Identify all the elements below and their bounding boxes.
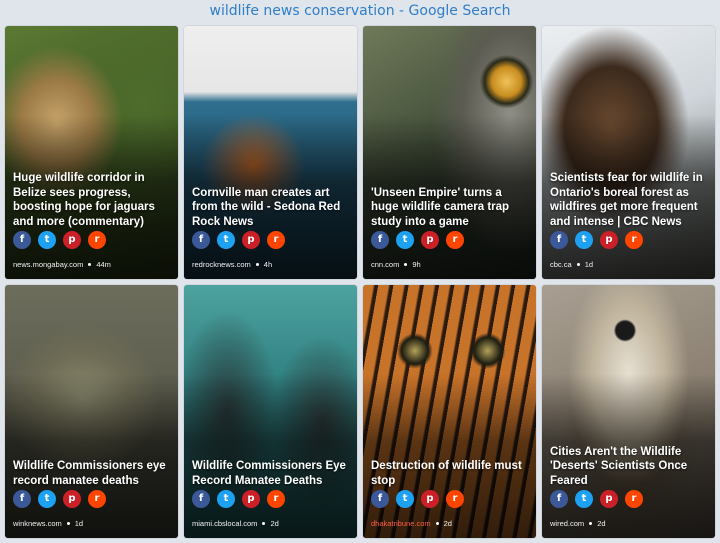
pinterest-icon[interactable]: p	[600, 490, 618, 508]
twitter-icon[interactable]: t	[217, 231, 235, 249]
reddit-icon[interactable]: r	[88, 490, 106, 508]
facebook-icon[interactable]: f	[13, 231, 31, 249]
age-label: 2d	[270, 519, 279, 528]
news-card[interactable]: 'Unseen Empire' turns a huge wildlife ca…	[363, 26, 536, 279]
headline[interactable]: Cities Aren't the Wildlife 'Deserts' Sci…	[550, 445, 709, 488]
share-row: f t p r	[13, 231, 106, 249]
headline[interactable]: Cornville man creates art from the wild …	[192, 186, 351, 229]
pinterest-icon[interactable]: p	[242, 231, 260, 249]
twitter-icon[interactable]: t	[38, 231, 56, 249]
twitter-icon[interactable]: t	[38, 490, 56, 508]
news-card-grid: Huge wildlife corridor in Belize sees pr…	[5, 26, 715, 538]
facebook-icon[interactable]: f	[13, 490, 31, 508]
pinterest-icon[interactable]: p	[242, 490, 260, 508]
share-row: f t p r	[550, 490, 643, 508]
twitter-icon[interactable]: t	[396, 231, 414, 249]
card-meta: cbc.ca 1d	[550, 260, 593, 269]
pinterest-icon[interactable]: p	[600, 231, 618, 249]
reddit-icon[interactable]: r	[625, 490, 643, 508]
reddit-icon[interactable]: r	[267, 490, 285, 508]
card-meta: dhakatribune.com 2d	[371, 519, 452, 528]
headline[interactable]: Wildlife Commissioners Eye Record Manate…	[192, 459, 351, 488]
news-card[interactable]: Scientists fear for wildlife in Ontario'…	[542, 26, 715, 279]
facebook-icon[interactable]: f	[371, 231, 389, 249]
age-label: 2d	[597, 519, 606, 528]
source-link[interactable]: cbc.ca	[550, 260, 572, 269]
age-label: 4h	[263, 260, 273, 269]
twitter-icon[interactable]: t	[575, 231, 593, 249]
source-link[interactable]: miami.cbslocal.com	[192, 519, 257, 528]
pinterest-icon[interactable]: p	[421, 231, 439, 249]
twitter-icon[interactable]: t	[575, 490, 593, 508]
pinterest-icon[interactable]: p	[421, 490, 439, 508]
share-row: f t p r	[550, 231, 643, 249]
share-row: f t p r	[192, 231, 285, 249]
facebook-icon[interactable]: f	[550, 490, 568, 508]
facebook-icon[interactable]: f	[550, 231, 568, 249]
source-link[interactable]: dhakatribune.com	[371, 519, 431, 528]
card-meta: winknews.com 1d	[13, 519, 83, 528]
share-row: f t p r	[371, 490, 464, 508]
source-link[interactable]: winknews.com	[13, 519, 62, 528]
news-card[interactable]: Cities Aren't the Wildlife 'Deserts' Sci…	[542, 285, 715, 538]
page-title: wildlife news conservation - Google Sear…	[209, 3, 511, 19]
reddit-icon[interactable]: r	[267, 231, 285, 249]
source-link[interactable]: redrocknews.com	[192, 260, 251, 269]
reddit-icon[interactable]: r	[446, 490, 464, 508]
age-label: 1d	[74, 519, 84, 528]
card-meta: miami.cbslocal.com 2d	[192, 519, 279, 528]
share-row: f t p r	[13, 490, 106, 508]
source-link[interactable]: news.mongabay.com	[13, 260, 83, 269]
reddit-icon[interactable]: r	[625, 231, 643, 249]
age-label: 2d	[443, 519, 452, 528]
twitter-icon[interactable]: t	[396, 490, 414, 508]
card-meta: wired.com 2d	[550, 519, 606, 528]
card-meta: redrocknews.com 4h	[192, 260, 272, 269]
news-card[interactable]: Wildlife Commissioners eye record manate…	[5, 285, 178, 538]
pinterest-icon[interactable]: p	[63, 490, 81, 508]
pinterest-icon[interactable]: p	[63, 231, 81, 249]
news-card[interactable]: Wildlife Commissioners Eye Record Manate…	[184, 285, 357, 538]
headline[interactable]: Wildlife Commissioners eye record manate…	[13, 459, 172, 488]
headline[interactable]: Scientists fear for wildlife in Ontario'…	[550, 171, 709, 229]
headline[interactable]: 'Unseen Empire' turns a huge wildlife ca…	[371, 186, 530, 229]
twitter-icon[interactable]: t	[217, 490, 235, 508]
headline[interactable]: Huge wildlife corridor in Belize sees pr…	[13, 171, 172, 229]
reddit-icon[interactable]: r	[446, 231, 464, 249]
share-row: f t p r	[192, 490, 285, 508]
facebook-icon[interactable]: f	[192, 490, 210, 508]
headline[interactable]: Destruction of wildlife must stop	[371, 459, 530, 488]
facebook-icon[interactable]: f	[192, 231, 210, 249]
card-meta: cnn.com 9h	[371, 260, 421, 269]
facebook-icon[interactable]: f	[371, 490, 389, 508]
reddit-icon[interactable]: r	[88, 231, 106, 249]
card-meta: news.mongabay.com 44m	[13, 260, 111, 269]
share-row: f t p r	[371, 231, 464, 249]
age-label: 44m	[96, 260, 111, 269]
age-label: 9h	[412, 260, 421, 269]
news-card[interactable]: Destruction of wildlife must stop f t p …	[363, 285, 536, 538]
age-label: 1d	[584, 260, 594, 269]
source-link[interactable]: cnn.com	[371, 260, 399, 269]
news-card[interactable]: Cornville man creates art from the wild …	[184, 26, 357, 279]
news-card[interactable]: Huge wildlife corridor in Belize sees pr…	[5, 26, 178, 279]
source-link[interactable]: wired.com	[550, 519, 584, 528]
